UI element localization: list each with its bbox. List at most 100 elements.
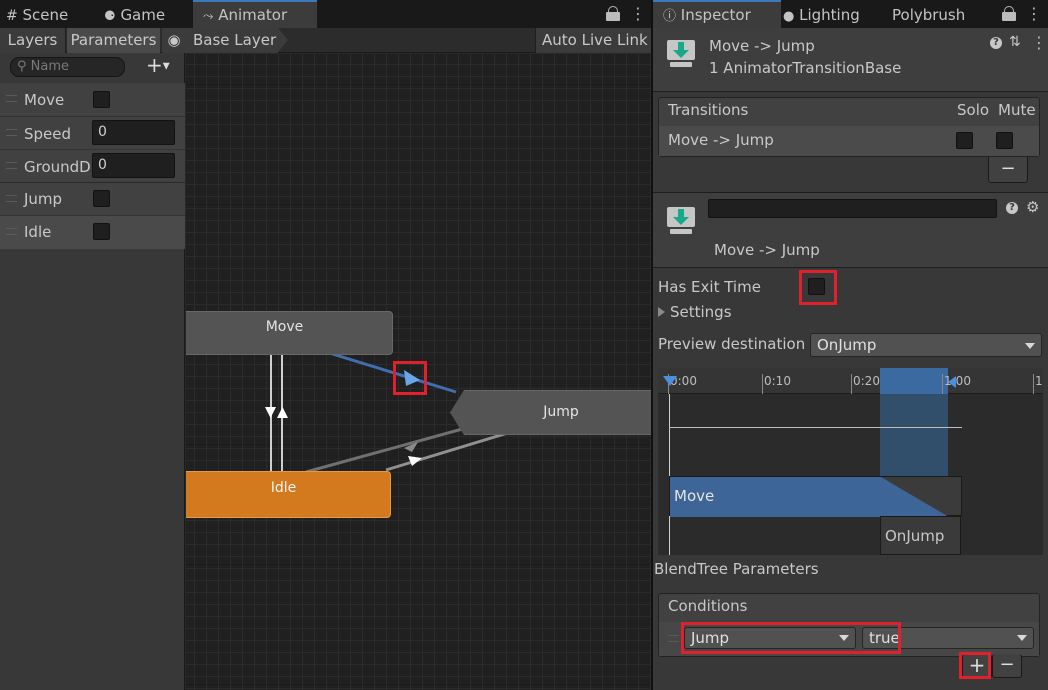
param-bool-checkbox[interactable] [93, 91, 110, 108]
transition-timeline[interactable]: 0:00 0:10 0:20 1:00 1: Move OnJump [658, 368, 1043, 555]
timeline-tick-label-4: 1: [1035, 374, 1043, 388]
param-name: Jump [24, 190, 63, 208]
mute-checkbox[interactable] [996, 132, 1013, 149]
drag-handle-icon[interactable] [6, 162, 17, 169]
transitions-list: Transitions Solo Mute Move -> Jump [658, 97, 1040, 157]
inspector-title: Move -> Jump [709, 37, 815, 55]
gear-icon[interactable]: ⚙ [1026, 198, 1039, 216]
arrow-up-icon [277, 407, 288, 418]
eye-icon[interactable]: ◉ [162, 28, 186, 53]
param-float-field[interactable]: 0 [92, 120, 175, 145]
add-parameter-button[interactable]: +▼ [146, 54, 182, 76]
param-search-field[interactable]: ⚲ Name [10, 57, 125, 77]
blendtree-parameters-label: BlendTree Parameters [654, 560, 819, 578]
tab-lighting[interactable]: ● Lighting [783, 0, 883, 28]
tab-polybrush[interactable]: Polybrush [892, 0, 992, 28]
detail-help-icon[interactable]: ? [1006, 202, 1018, 214]
drag-handle-icon[interactable] [6, 95, 17, 102]
parameters-tab-label: Parameters [70, 31, 157, 49]
transition-idle-jump-line[interactable] [385, 430, 512, 472]
inspector-lock-body-icon [1002, 12, 1016, 21]
transition-move-jump-line[interactable] [325, 350, 457, 394]
highlight-add-condition [959, 652, 991, 679]
animator-icon: ⤳ [203, 9, 214, 24]
drag-handle-icon[interactable] [6, 129, 17, 136]
more-menu-icon[interactable]: ⋮ [630, 4, 646, 23]
dropdown-arrow-icon [1025, 343, 1035, 349]
tab-game-label: Game [120, 6, 166, 24]
settings-foldout-icon[interactable] [658, 307, 665, 317]
parameters-tab[interactable]: Parameters [67, 28, 160, 53]
condition-drag-handle-icon[interactable] [668, 635, 679, 642]
state-node-idle[interactable]: Idle [186, 471, 391, 518]
tab-inspector[interactable]: ⓘ Inspector [653, 0, 781, 30]
param-row-idle[interactable]: Idle [0, 215, 185, 249]
transition-row[interactable]: Move -> Jump [659, 126, 1039, 156]
param-row-move[interactable]: Move [0, 83, 185, 116]
search-icon: ⚲ [17, 59, 27, 74]
parameters-panel: ⚲ Name +▼ Move Speed 0 GroundDi 0 Jump I… [0, 53, 185, 690]
preview-destination-label: Preview destination : [658, 335, 816, 353]
breadcrumb-base-layer[interactable]: Base Layer [186, 28, 278, 53]
tab-game[interactable]: ⚈ Game [104, 0, 184, 28]
param-row-speed[interactable]: Speed 0 [0, 116, 185, 150]
timeline-clip-move[interactable]: Move [669, 476, 962, 517]
inspector-panel: Move -> Jump 1 AnimatorTransitionBase ? … [653, 28, 1048, 690]
transition-jump-idle-line[interactable] [305, 426, 467, 474]
param-row-jump[interactable]: Jump [0, 182, 185, 216]
tab-scene-label: Scene [22, 6, 69, 24]
param-name: Speed [24, 125, 72, 143]
has-exit-time-label: Has Exit Time [658, 278, 761, 296]
animator-toolbar: Layers Parameters ◉ Base Layer Auto Live… [0, 28, 651, 53]
tab-animator[interactable]: ⤳ Animator [193, 0, 317, 30]
remove-transition-button[interactable]: − [988, 157, 1028, 183]
transition-row-label: Move -> Jump [668, 131, 774, 149]
timeline-tick-3 [942, 374, 943, 394]
help-icon[interactable]: ? [990, 37, 1002, 49]
drag-handle-icon[interactable] [6, 228, 17, 235]
left-tab-bar: # Scene ⚈ Game ⤳ Animator ⋮ [0, 0, 651, 30]
timeline-end-marker-icon[interactable] [948, 376, 956, 388]
search-placeholder: Name [30, 59, 70, 74]
timeline-playhead[interactable] [669, 394, 670, 555]
timeline-clip-onjump[interactable]: OnJump [880, 516, 961, 555]
conditions-header: Conditions [668, 597, 748, 615]
info-icon: ⓘ [663, 9, 677, 24]
inspector-header-more-icon[interactable]: ⋮ [1031, 33, 1047, 52]
transition-detail-header: ? ⚙ Move -> Jump [653, 192, 1048, 268]
timeline-tick-label-1: 0:10 [764, 374, 791, 388]
param-float-field[interactable]: 0 [92, 153, 175, 178]
param-bool-checkbox[interactable] [93, 190, 110, 207]
layers-tab[interactable]: Layers [0, 28, 66, 53]
state-node-jump[interactable]: Jump [450, 390, 652, 435]
tab-scene[interactable]: # Scene [6, 0, 86, 28]
drag-handle-icon[interactable] [6, 195, 17, 202]
layers-tab-label: Layers [7, 31, 58, 49]
state-node-jump-label: Jump [543, 404, 579, 420]
animator-graph[interactable]: Move Jump Idle [186, 54, 652, 690]
transition-caption: Move -> Jump [714, 241, 820, 259]
chevron-down-icon: ▼ [162, 61, 170, 72]
inspector-more-icon[interactable]: ⋮ [1026, 4, 1042, 23]
auto-live-link-button[interactable]: Auto Live Link [535, 28, 651, 53]
timeline-start-marker-icon[interactable] [663, 376, 677, 386]
param-row-grounddistance[interactable]: GroundDi 0 [0, 149, 185, 183]
presets-icon[interactable]: ⇅ [1009, 34, 1021, 50]
auto-live-link-label: Auto Live Link [542, 31, 648, 49]
highlight-transition-arrow [393, 361, 427, 395]
param-bool-checkbox[interactable] [93, 223, 110, 240]
solo-header: Solo [957, 101, 990, 119]
arrow-down-icon [265, 407, 276, 418]
transition-name-field[interactable] [708, 199, 997, 218]
preview-destination-value: OnJump [817, 336, 877, 354]
preview-destination-dropdown[interactable]: OnJump [810, 333, 1042, 357]
timeline-curve [669, 427, 962, 428]
mute-header: Mute [998, 101, 1036, 119]
state-node-move[interactable]: Move [186, 311, 393, 355]
remove-condition-button[interactable]: − [992, 654, 1022, 678]
param-name: GroundDi [24, 158, 95, 176]
settings-foldout-label[interactable]: Settings [670, 303, 732, 321]
state-node-move-label: Move [265, 319, 304, 335]
solo-checkbox[interactable] [956, 132, 973, 149]
timeline-tick-label-2: 0:20 [853, 374, 880, 388]
